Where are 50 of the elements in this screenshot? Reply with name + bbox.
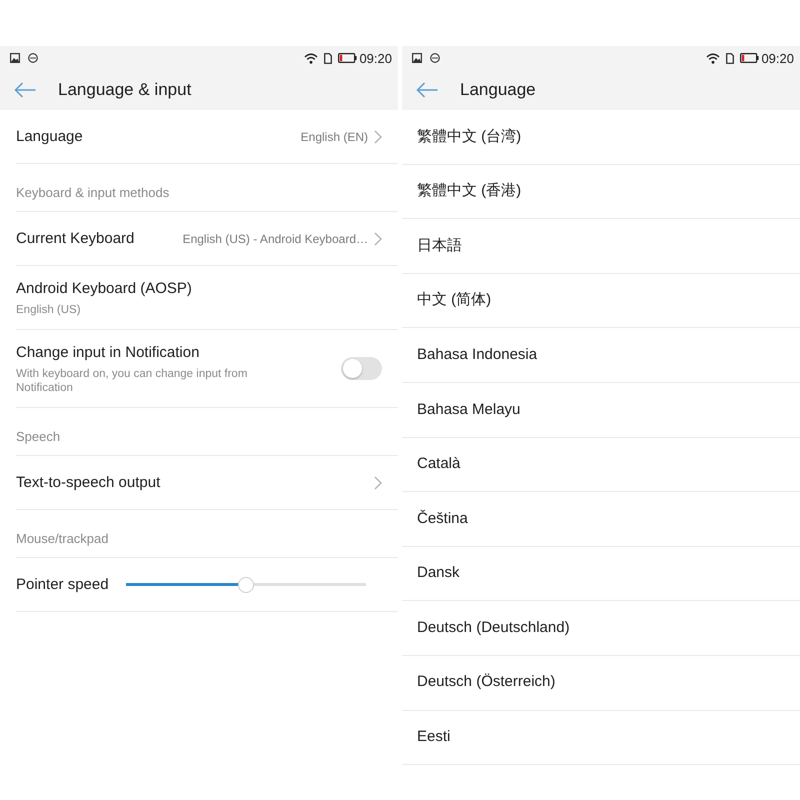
- toggle-switch[interactable]: [341, 357, 382, 380]
- more-circle-icon: [28, 53, 38, 63]
- setting-title: Pointer speed: [16, 574, 109, 594]
- battery-icon: [740, 53, 760, 63]
- setting-title: Change input in Notification: [16, 342, 200, 362]
- wifi-icon: [706, 52, 720, 64]
- back-arrow-icon[interactable]: [416, 82, 438, 98]
- wifi-icon: [304, 52, 318, 64]
- section-header: Mouse/trackpad: [16, 530, 108, 548]
- settings-row[interactable]: Language English (EN): [16, 110, 398, 164]
- setting-value: English (US) - Android Keyboard…: [182, 230, 368, 248]
- picture-icon: [412, 53, 422, 63]
- chevron-right-icon: [374, 476, 382, 490]
- language-option[interactable]: 繁體中文 (香港): [402, 164, 800, 220]
- language-option[interactable]: Eesti: [402, 710, 800, 766]
- setting-title: Android Keyboard (AOSP): [16, 278, 193, 298]
- setting-subtitle: English (US): [16, 302, 82, 316]
- language-option[interactable]: Deutsch (Österreich): [402, 656, 800, 711]
- section-header: Speech: [16, 428, 60, 446]
- chevron-right-icon: [374, 232, 382, 246]
- language-option[interactable]: 繁體中文 (台湾): [402, 110, 800, 165]
- language-option[interactable]: Català: [402, 438, 800, 492]
- section-header: Keyboard & input methods: [16, 184, 170, 202]
- back-arrow-icon[interactable]: [14, 82, 36, 98]
- setting-subtitle: With keyboard on, you can change input from Notification: [16, 366, 248, 394]
- language-option[interactable]: Deutsch (Deutschland): [402, 601, 800, 656]
- sim-card-icon: [324, 52, 332, 64]
- status-time: 09:20: [359, 52, 392, 64]
- slider-thumb[interactable]: [238, 576, 254, 592]
- language-option[interactable]: 中文 (简体): [402, 274, 800, 328]
- settings-row[interactable]: Current Keyboard English (US) - Android Keyboard…: [16, 212, 398, 266]
- sim-card-icon: [726, 52, 734, 64]
- settings-row[interactable]: Android Keyboard (AOSP) English (US): [16, 266, 398, 330]
- screen-title: Language & input: [58, 79, 192, 102]
- screen-title: Language: [460, 79, 536, 102]
- language-option[interactable]: Bahasa Indonesia: [402, 328, 800, 383]
- setting-title: Current Keyboard: [16, 228, 134, 248]
- setting-title: Text-to-speech output: [16, 472, 160, 492]
- settings-row[interactable]: Text-to-speech output: [16, 456, 398, 510]
- picture-icon: [10, 53, 20, 63]
- language-option[interactable]: Čeština: [402, 492, 800, 547]
- more-circle-icon: [430, 53, 440, 63]
- language-option[interactable]: 日本語: [402, 219, 800, 274]
- battery-icon: [338, 53, 358, 63]
- setting-value: English (EN): [300, 128, 368, 146]
- status-time: 09:20: [761, 52, 794, 64]
- setting-title: Language: [16, 126, 83, 146]
- language-option[interactable]: Dansk: [402, 546, 800, 602]
- language-option[interactable]: Bahasa Melayu: [402, 382, 800, 438]
- chevron-right-icon: [374, 130, 382, 144]
